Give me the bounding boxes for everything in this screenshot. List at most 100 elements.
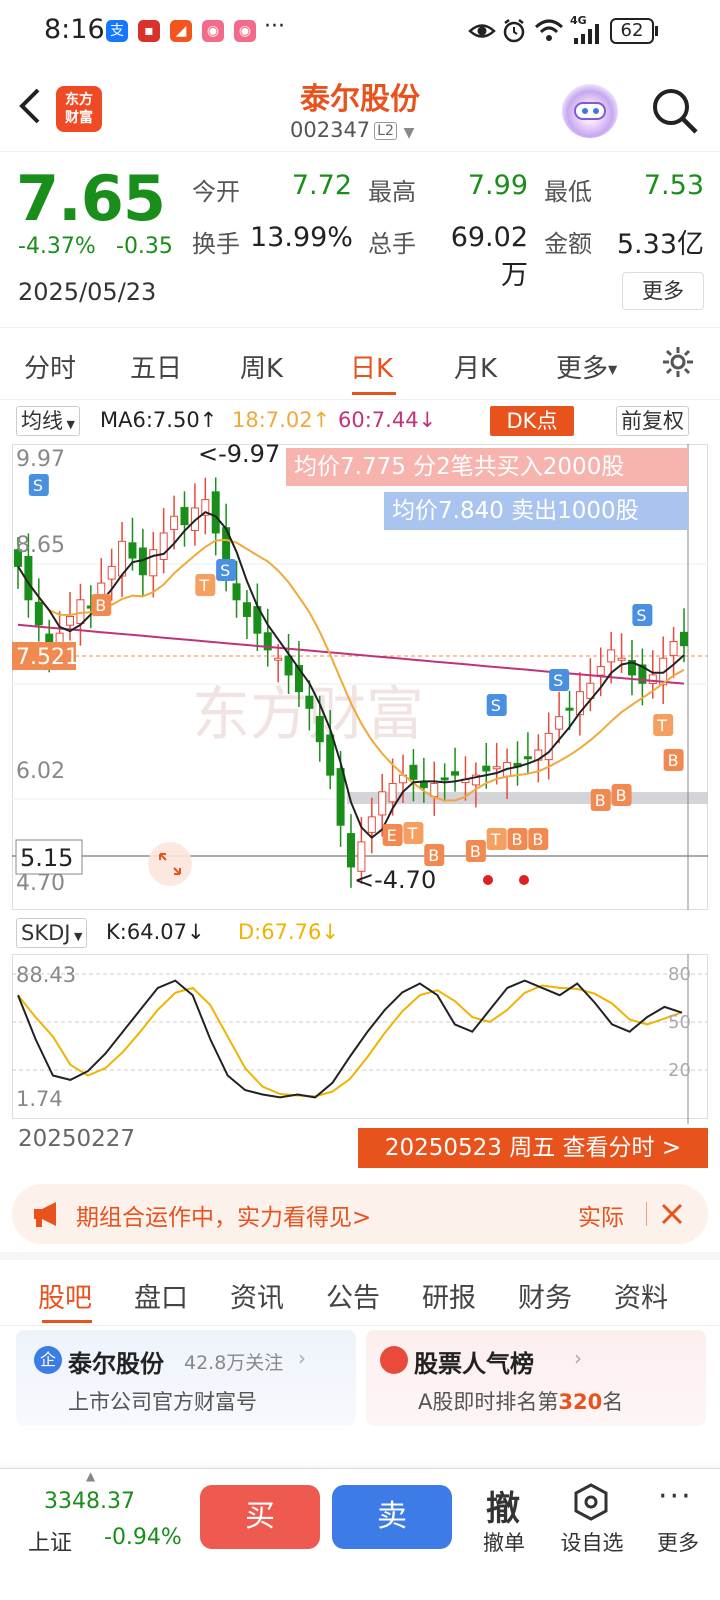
candle-body (66, 615, 75, 626)
company-subtitle: 上市公司官方财富号 (68, 1390, 257, 1414)
last-price: 7.65 (16, 162, 166, 235)
more-dots-icon[interactable]: ··· (658, 1479, 693, 1514)
adjust-mode-button[interactable]: 前复权 (616, 406, 689, 436)
trade-markers: SBTSE TB BT B BSSB BSTB (28, 474, 684, 866)
kline-chart[interactable]: 东方财富 SBTSETBBTBBSSBBSTB 9.97 8.65 6.02 4… (12, 444, 708, 910)
caret-down-icon: ▼ (608, 362, 618, 377)
close-icon[interactable] (660, 1202, 684, 1226)
d-line (17, 984, 683, 1098)
tab-guba[interactable]: 股吧 (38, 1276, 92, 1315)
candle-body (76, 599, 85, 624)
candle-body (430, 782, 439, 798)
buy-button[interactable]: 买 (200, 1485, 320, 1549)
min-price-label: <-4.70 (354, 866, 436, 894)
view-intraday-button[interactable]: 20250523 周五 查看分时 > (358, 1128, 708, 1168)
tab-intraday[interactable]: 分时 (24, 348, 76, 385)
cancel-order-icon[interactable]: 撤 (486, 1481, 520, 1530)
candle-body (596, 666, 605, 676)
rank-number: 320 (558, 1390, 603, 1414)
candle-body (170, 515, 179, 530)
tab-more[interactable]: 更多▼ (556, 348, 617, 385)
more-menu-label[interactable]: 更多 (638, 1527, 718, 1557)
ma18-value: 18:7.02↑ (232, 408, 331, 432)
candle-body (544, 732, 553, 761)
candle-body (492, 766, 501, 770)
axis-label-2: 8.65 (16, 533, 65, 558)
tab-financials[interactable]: 财务 (518, 1276, 572, 1315)
tab-daily[interactable]: 日K (350, 348, 393, 385)
candle-body (482, 765, 491, 772)
trade-marker-label: S (491, 696, 501, 715)
banner-right-text: 实际 (578, 1205, 624, 1231)
candle-body (648, 674, 657, 685)
tab-profile[interactable]: 资料 (614, 1276, 668, 1315)
tab-weekly[interactable]: 周K (240, 348, 283, 385)
ma60-value: 60:7.44↓ (338, 408, 437, 432)
watchlist-icon[interactable] (572, 1483, 610, 1521)
caret-down-icon: ▼ (63, 418, 75, 431)
alarm-icon (503, 19, 525, 43)
add-watchlist-label[interactable]: 设自选 (552, 1527, 632, 1557)
promo-banner[interactable]: 期组合运作中，实力看得见> 实际 (12, 1184, 708, 1244)
candle-body (347, 833, 355, 868)
ma6-value: MA6:7.50↑ (100, 408, 218, 432)
cancel-order-label[interactable]: 撤单 (464, 1527, 544, 1557)
tab-research[interactable]: 研报 (422, 1276, 476, 1315)
company-account-card[interactable]: 企 泰尔股份 42.8万关注 › 上市公司官方财富号 (16, 1330, 356, 1426)
buy-note: 均价7.775 分2笔共买入2000股 (286, 448, 688, 486)
section-divider (0, 1252, 720, 1260)
trade-marker-label: B (595, 791, 606, 810)
gear-icon[interactable] (660, 344, 696, 380)
axis-label-3: 6.02 (16, 759, 65, 784)
level2-badge: L2 (374, 122, 397, 140)
candle-body (451, 771, 460, 776)
kd-axis-bottom: 1.74 (16, 1087, 63, 1111)
index-value[interactable]: 3348.37 (44, 1489, 135, 1514)
caret-up-icon[interactable]: ▲ (86, 1469, 95, 1483)
robot-face (574, 102, 606, 120)
more-quote-button[interactable]: 更多 (622, 272, 704, 310)
assistant-robot-avatar[interactable] (562, 84, 618, 138)
high-value: 7.99 (467, 170, 528, 201)
tab-monthly[interactable]: 月K (454, 348, 497, 385)
kd-level-20: 20 (668, 1060, 691, 1081)
candle-body (409, 764, 418, 780)
ma-indicator-bar: 均线 ▼ MA6:7.50↑ 18:7.02↑ 60:7.44↓ DK点 前复权 (0, 404, 720, 440)
tab-news[interactable]: 资讯 (230, 1276, 284, 1315)
dk-point-button[interactable]: DK点 (490, 406, 574, 436)
trade-marker-label: T (656, 716, 667, 735)
app-notification-icon: ◉ (202, 20, 224, 42)
quote-date: 2025/05/23 (18, 278, 157, 306)
candle-body (180, 506, 189, 526)
stock-code: 002347 (290, 118, 371, 142)
axis-bottom-label: 4.70 (16, 871, 65, 896)
caret-down-icon: ▼ (70, 930, 83, 943)
chevron-down-icon[interactable]: ▼ (404, 125, 415, 141)
battery-tip (655, 26, 658, 36)
battery-icon: 62 (610, 18, 654, 44)
follower-count: 42.8万关注 (184, 1352, 284, 1374)
tab-pankou[interactable]: 盘口 (134, 1276, 188, 1315)
trade-marker-label: B (512, 830, 523, 849)
volume-value: 69.02万 (450, 222, 528, 291)
signal-icon (574, 24, 599, 44)
company-badge-icon: 企 (34, 1346, 62, 1374)
trade-marker-label: B (428, 846, 439, 865)
low-value: 7.53 (643, 170, 704, 201)
kd-selector[interactable]: SKDJ ▼ (16, 918, 88, 948)
app-notification-icon: ◢ (170, 20, 192, 42)
ma-selector[interactable]: 均线 ▼ (16, 406, 80, 436)
trade-marker-label: T (490, 830, 501, 849)
tab-five-day[interactable]: 五日 (130, 348, 182, 385)
max-price-label: <-9.97 (198, 444, 280, 468)
active-subtab-indicator (42, 1320, 92, 1323)
search-icon[interactable] (650, 86, 700, 136)
amount-label: 金额 (544, 230, 592, 258)
candle-body (680, 631, 688, 647)
popularity-rank-card[interactable]: 股票人气榜 › A股即时排名第320名 (366, 1330, 706, 1426)
rank-prefix: A股即时排名第 (418, 1390, 559, 1414)
trade-marker-label: S (220, 561, 230, 580)
tab-announcements[interactable]: 公告 (326, 1276, 380, 1315)
sell-button[interactable]: 卖 (332, 1485, 452, 1549)
kd-chart[interactable]: 88.43 1.74 80 50 20 (12, 954, 708, 1124)
